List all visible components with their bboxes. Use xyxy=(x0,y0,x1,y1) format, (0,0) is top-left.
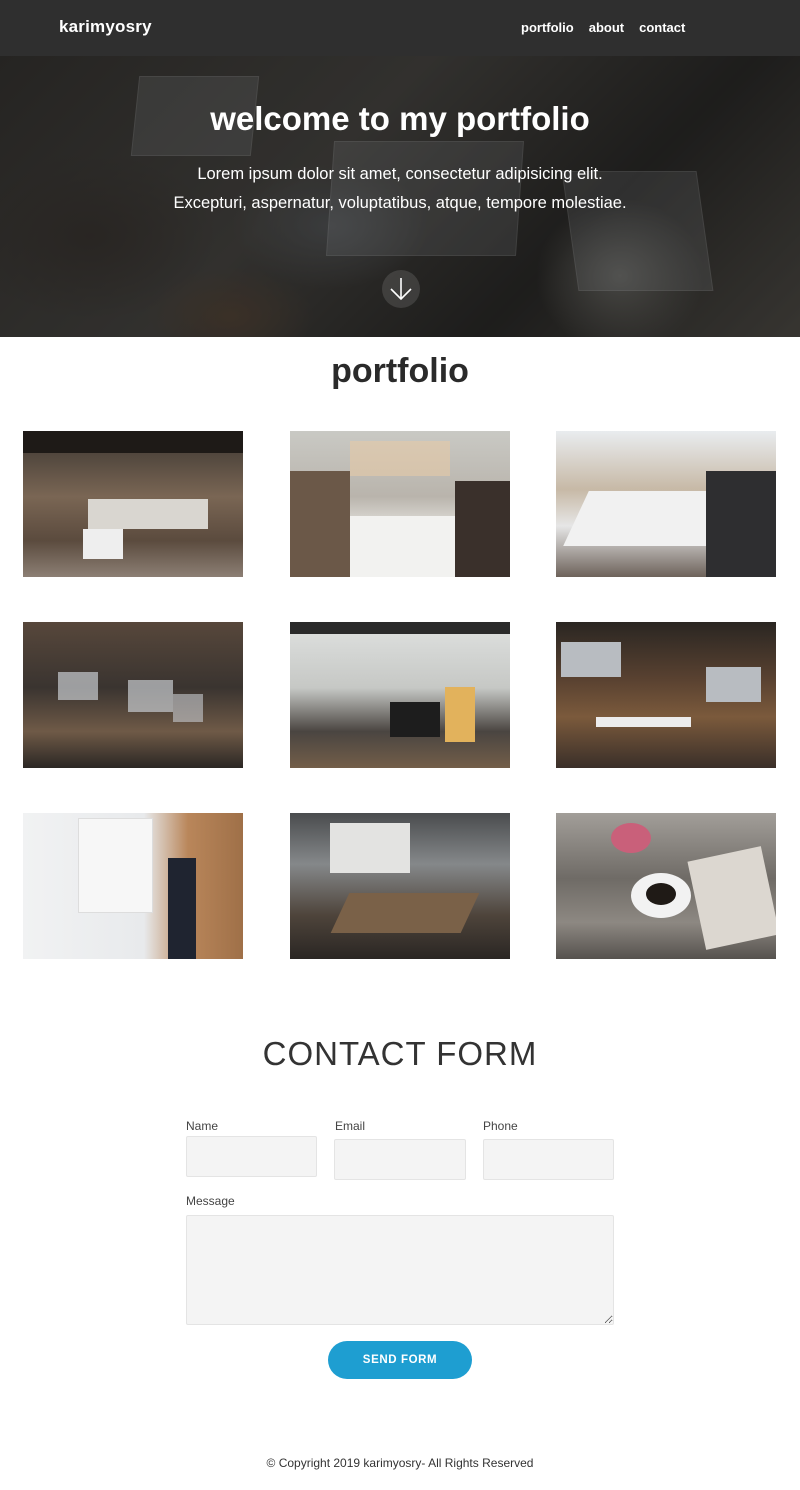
portfolio-item-presentation[interactable] xyxy=(290,813,510,959)
portfolio-item-team-fist-bump[interactable] xyxy=(556,622,776,768)
arrow-down-icon xyxy=(390,278,412,301)
portfolio-item-conference-room[interactable] xyxy=(556,431,776,577)
hero-banner: welcome to my portfolio Lorem ipsum dolo… xyxy=(0,56,800,337)
brand-logo[interactable]: karimyosry xyxy=(59,17,152,37)
nav-link-about[interactable]: about xyxy=(589,20,624,35)
portfolio-item-coffee-magazine[interactable] xyxy=(556,813,776,959)
portfolio-item-team-meeting[interactable] xyxy=(290,431,510,577)
hero-subtitle-line: Lorem ipsum dolor sit amet, consectetur … xyxy=(197,165,603,183)
portfolio-item-whiteboard[interactable] xyxy=(23,813,243,959)
hero-title: welcome to my portfolio xyxy=(210,100,590,137)
nav-link-contact[interactable]: contact xyxy=(639,20,685,35)
name-input[interactable] xyxy=(186,1136,317,1177)
message-label: Message xyxy=(186,1194,235,1208)
name-label: Name xyxy=(186,1119,219,1133)
footer-copyright: © Copyright 2019 karimyosry- All Rights … xyxy=(266,1456,534,1470)
portfolio-item-open-office[interactable] xyxy=(23,431,243,577)
contact-form-title: CONTACT FORM xyxy=(262,1035,538,1072)
send-form-button[interactable]: SEND FORM xyxy=(328,1341,472,1379)
email-label: Email xyxy=(335,1119,366,1133)
email-input[interactable] xyxy=(334,1139,466,1180)
hero-subtitle: Lorem ipsum dolor sit amet, consectetur … xyxy=(0,160,800,218)
hero-subtitle-line: Excepturi, aspernatur, voluptatibus, atq… xyxy=(173,194,627,212)
portfolio-item-coworking[interactable] xyxy=(23,622,243,768)
phone-label: Phone xyxy=(483,1119,518,1133)
phone-input[interactable] xyxy=(483,1139,614,1180)
nav-link-portfolio[interactable]: portfolio xyxy=(521,20,574,35)
navbar: karimyosry portfolio about contact xyxy=(0,0,800,56)
portfolio-item-desk-window[interactable] xyxy=(290,622,510,768)
message-textarea[interactable] xyxy=(186,1215,614,1325)
nav-links: portfolio about contact xyxy=(521,20,685,35)
portfolio-title: portfolio xyxy=(331,352,469,390)
scroll-down-button[interactable] xyxy=(382,270,420,308)
